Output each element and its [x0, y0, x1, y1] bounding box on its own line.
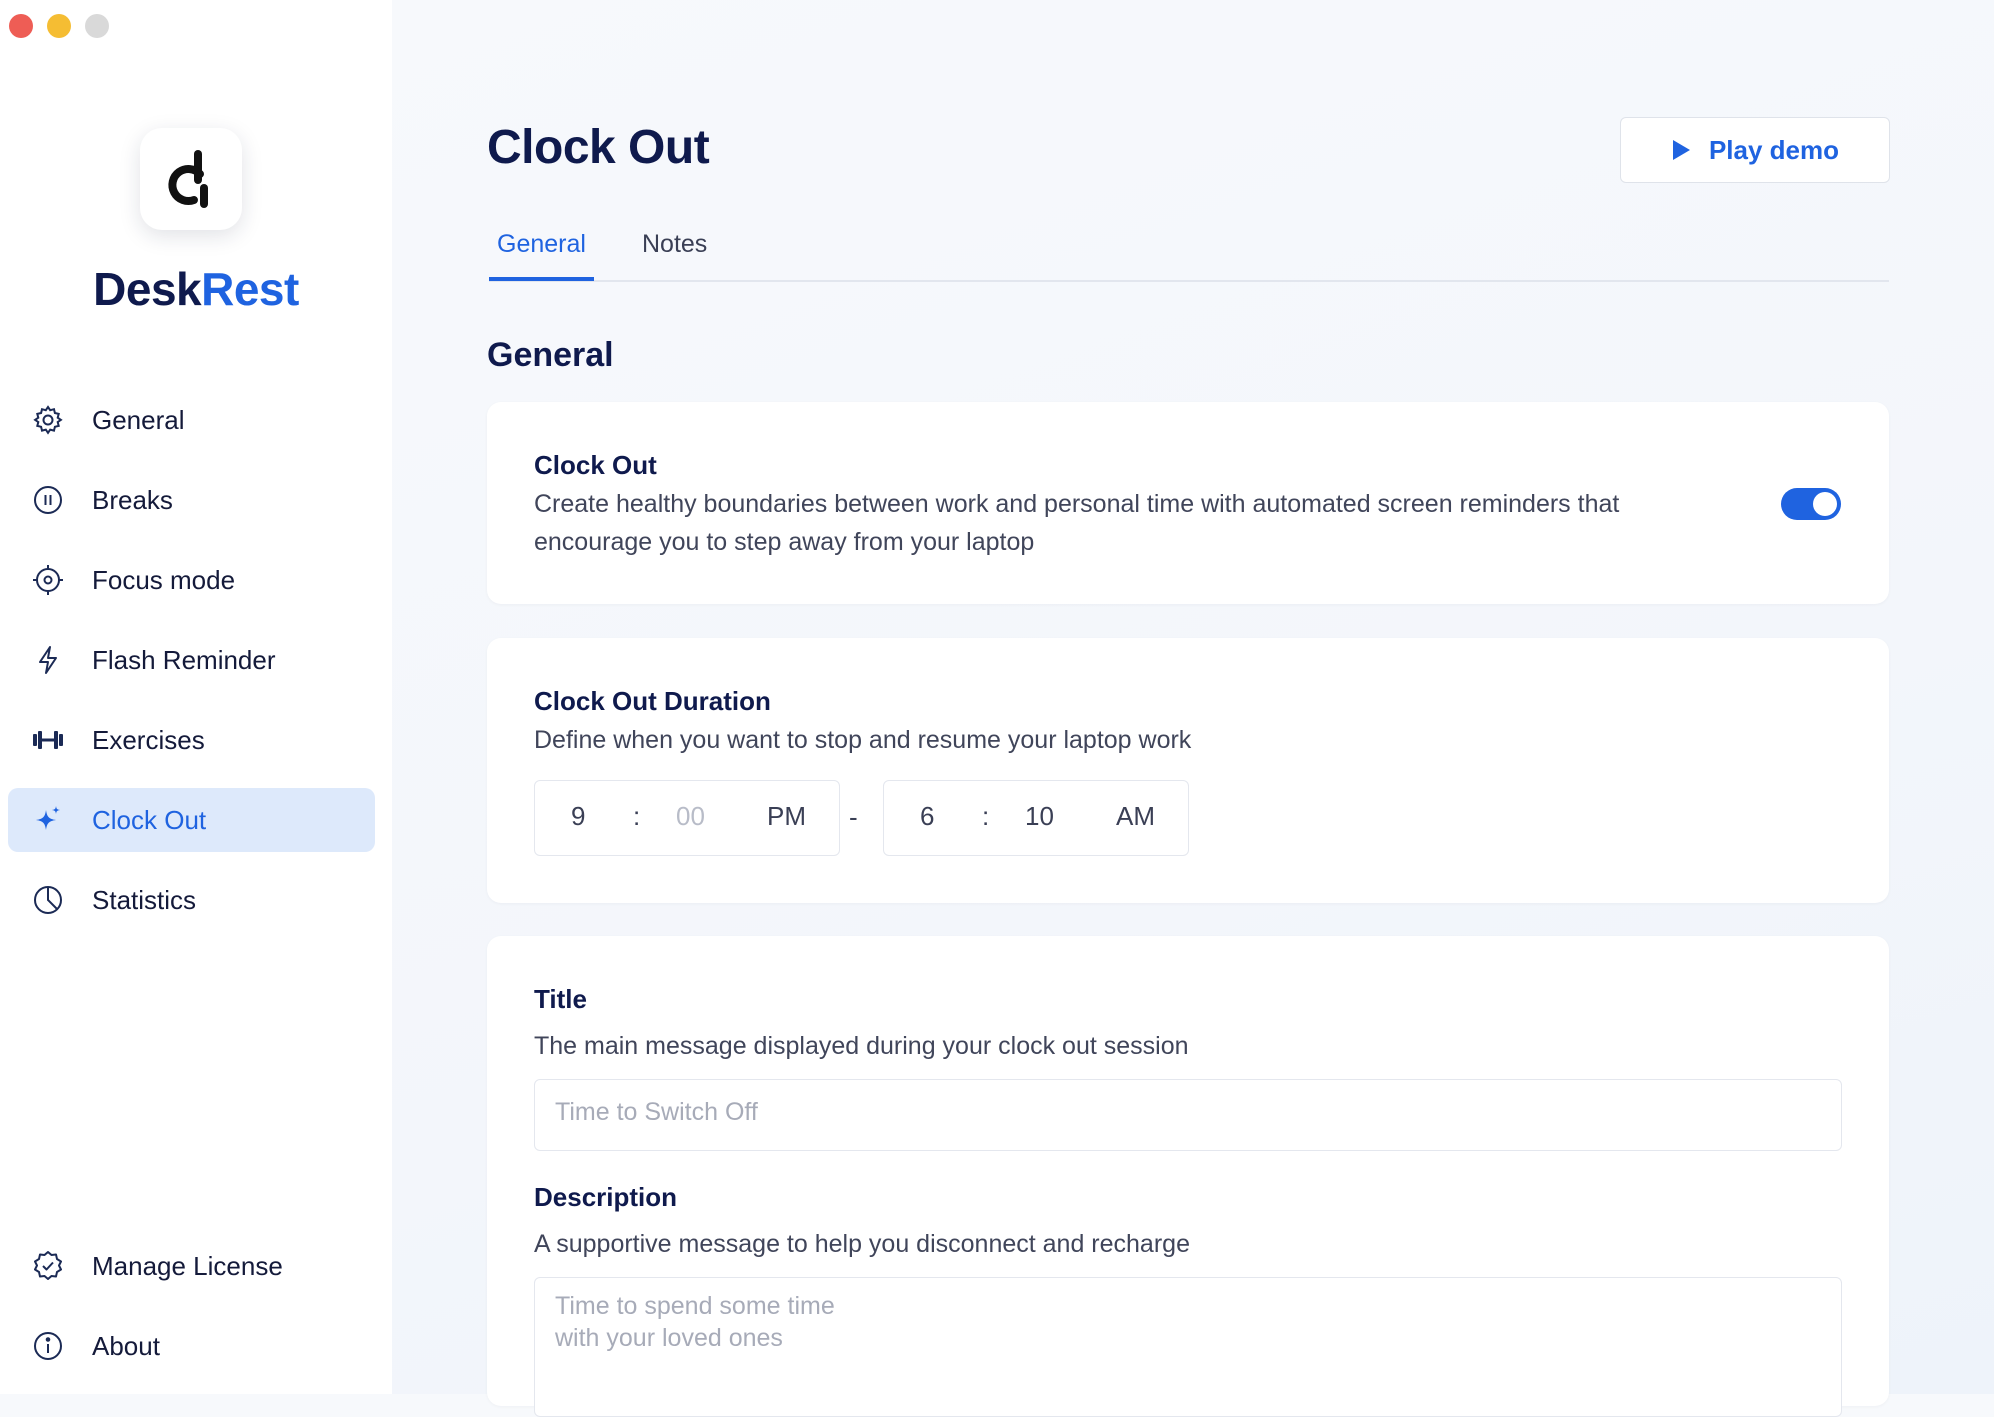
sidebar-item-focus-mode[interactable]: Focus mode: [8, 548, 375, 612]
minimize-window-button[interactable]: [47, 14, 71, 38]
sidebar-item-label: About: [92, 1330, 160, 1361]
page-title: Clock Out: [487, 121, 710, 174]
main-content: Clock Out Play demo General Notes Genera…: [392, 0, 1994, 1417]
description-field-label: Description: [534, 1182, 678, 1212]
sidebar-item-label: Clock Out: [92, 804, 207, 835]
tab-notes[interactable]: Notes: [642, 230, 707, 259]
app-logo: [140, 128, 242, 230]
sidebar-item-label: Breaks: [92, 484, 173, 515]
time-range-separator: -: [849, 802, 858, 832]
brand-name: DeskRest: [0, 262, 392, 316]
badge-check-icon: [30, 1248, 66, 1284]
sidebar-nav: General Breaks Focus mode Flash Reminder…: [8, 388, 375, 948]
end-minute[interactable]: 10: [1025, 801, 1054, 832]
toggle-knob: [1813, 492, 1837, 516]
deskrest-logo-icon: [168, 150, 208, 208]
sidebar-item-label: Exercises: [92, 724, 205, 755]
sparkle-icon: [30, 802, 66, 838]
start-minute[interactable]: 00: [676, 801, 705, 832]
play-demo-button[interactable]: Play demo: [1620, 117, 1890, 183]
sidebar: DeskRest General Breaks Focus mode Flash…: [0, 0, 392, 1394]
clock-out-title: Clock Out: [534, 450, 657, 480]
end-time-picker[interactable]: 6 : 10 AM: [883, 780, 1189, 856]
sidebar-item-clock-out[interactable]: Clock Out: [8, 788, 375, 852]
sidebar-item-label: Manage License: [92, 1250, 283, 1281]
clock-out-duration-card: Clock Out Duration Define when you want …: [487, 638, 1889, 903]
start-hour[interactable]: 9: [571, 801, 585, 832]
target-icon: [30, 562, 66, 598]
title-field-label: Title: [534, 984, 587, 1014]
start-separator: :: [633, 801, 641, 831]
play-icon: [1672, 140, 1690, 160]
sidebar-item-label: Focus mode: [92, 564, 236, 595]
sidebar-item-label: Flash Reminder: [92, 644, 276, 675]
maximize-window-button[interactable]: [85, 14, 109, 38]
section-title: General: [487, 336, 614, 374]
duration-description: Define when you want to stop and resume …: [534, 726, 1192, 754]
title-field-help: The main message displayed during your c…: [534, 1032, 1189, 1060]
sidebar-item-about[interactable]: About: [8, 1314, 375, 1378]
sidebar-item-manage-license[interactable]: Manage License: [8, 1234, 375, 1298]
brand-part-desk: Desk: [93, 263, 202, 315]
description-textarea[interactable]: Time to spend some time with your loved …: [534, 1277, 1842, 1417]
tab-bar: General Notes: [489, 220, 1889, 282]
end-separator: :: [982, 801, 990, 831]
end-hour[interactable]: 6: [920, 801, 934, 832]
description-field-help: A supportive message to help you disconn…: [534, 1230, 1190, 1258]
brand-part-rest: Rest: [201, 263, 299, 315]
sidebar-bottom-nav: Manage License About: [8, 1234, 375, 1394]
end-period[interactable]: AM: [1116, 801, 1155, 832]
info-icon: [30, 1328, 66, 1364]
clock-out-card: Clock Out Create healthy boundaries betw…: [487, 402, 1889, 604]
pause-circle-icon: [30, 482, 66, 518]
sidebar-item-statistics[interactable]: Statistics: [8, 868, 375, 932]
tab-general[interactable]: General: [489, 230, 594, 281]
start-time-picker[interactable]: 9 : 00 PM: [534, 780, 840, 856]
sidebar-item-breaks[interactable]: Breaks: [8, 468, 375, 532]
start-period[interactable]: PM: [767, 801, 806, 832]
window-controls: [9, 14, 109, 38]
sidebar-item-label: Statistics: [92, 884, 197, 915]
play-demo-label: Play demo: [1708, 134, 1840, 165]
sidebar-item-exercises[interactable]: Exercises: [8, 708, 375, 772]
sidebar-item-general[interactable]: General: [8, 388, 375, 452]
clock-out-toggle[interactable]: [1781, 488, 1841, 520]
sidebar-item-label: General: [92, 404, 185, 435]
title-input[interactable]: Time to Switch Off: [534, 1079, 1842, 1151]
duration-title: Clock Out Duration: [534, 686, 771, 716]
lightning-icon: [30, 642, 66, 678]
close-window-button[interactable]: [9, 14, 33, 38]
clock-out-message-card: Title The main message displayed during …: [487, 936, 1889, 1417]
sidebar-item-flash-reminder[interactable]: Flash Reminder: [8, 628, 375, 692]
dumbbell-icon: [30, 722, 66, 758]
clock-out-description: Create healthy boundaries between work a…: [534, 490, 1620, 556]
gear-icon: [30, 402, 66, 438]
pie-chart-icon: [30, 882, 66, 918]
